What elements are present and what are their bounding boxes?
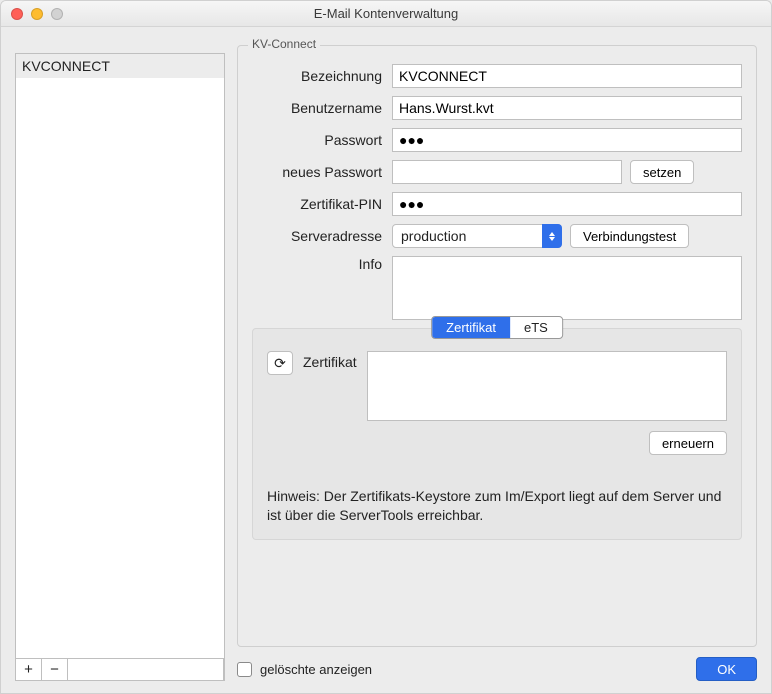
remove-account-button[interactable]: − [42, 659, 68, 680]
tool-spacer [68, 659, 224, 680]
window: E-Mail Kontenverwaltung KVCONNECT + − KV… [0, 0, 772, 694]
window-title: E-Mail Kontenverwaltung [1, 6, 771, 21]
certificate-group: Zertifikat eTS ⟳ Zertifikat erneuern Hin… [252, 328, 742, 540]
titlebar: E-Mail Kontenverwaltung [1, 1, 771, 27]
account-list-panel: KVCONNECT + − [15, 37, 225, 681]
select-handle-icon [542, 224, 562, 248]
zertifikat-pin-input[interactable] [392, 192, 742, 216]
detail-panel: KV-Connect Bezeichnung Benutzername Pass… [237, 37, 757, 681]
kvconnect-group: KV-Connect Bezeichnung Benutzername Pass… [237, 45, 757, 647]
cert-value-box [367, 351, 727, 421]
label-passwort: Passwort [252, 132, 392, 148]
cert-hint: Hinweis: Der Zertifikats-Keystore zum Im… [267, 487, 727, 525]
label-neues-passwort: neues Passwort [252, 164, 392, 180]
passwort-input[interactable] [392, 128, 742, 152]
tab-ets[interactable]: eTS [510, 317, 562, 338]
verbindungstest-button[interactable]: Verbindungstest [570, 224, 689, 248]
show-deleted-checkbox[interactable] [237, 662, 252, 677]
benutzername-input[interactable] [392, 96, 742, 120]
plus-icon: + [24, 662, 33, 677]
group-title: KV-Connect [248, 37, 320, 51]
setzen-button[interactable]: setzen [630, 160, 694, 184]
minus-icon: − [50, 662, 59, 677]
label-serveradresse: Serveradresse [252, 228, 392, 244]
show-deleted-label: gelöschte anzeigen [260, 662, 372, 677]
cert-tabs: Zertifikat eTS [431, 316, 563, 339]
serveradresse-select[interactable]: production [392, 224, 562, 248]
account-list[interactable]: KVCONNECT [15, 53, 225, 659]
reload-cert-button[interactable]: ⟳ [267, 351, 293, 375]
ok-button[interactable]: OK [696, 657, 757, 681]
label-bezeichnung: Bezeichnung [252, 68, 392, 84]
cert-label: Zertifikat [303, 351, 357, 370]
bezeichnung-input[interactable] [392, 64, 742, 88]
tab-zertifikat[interactable]: Zertifikat [432, 317, 510, 338]
label-info: Info [252, 256, 392, 272]
add-account-button[interactable]: + [16, 659, 42, 680]
info-box [392, 256, 742, 320]
account-list-tools: + − [15, 659, 225, 681]
label-benutzername: Benutzername [252, 100, 392, 116]
serveradresse-value: production [401, 228, 466, 244]
label-zertifikat-pin: Zertifikat-PIN [252, 196, 392, 212]
reload-icon: ⟳ [274, 355, 286, 372]
erneuern-button[interactable]: erneuern [649, 431, 727, 455]
list-item[interactable]: KVCONNECT [16, 54, 224, 78]
neues-passwort-input[interactable] [392, 160, 622, 184]
